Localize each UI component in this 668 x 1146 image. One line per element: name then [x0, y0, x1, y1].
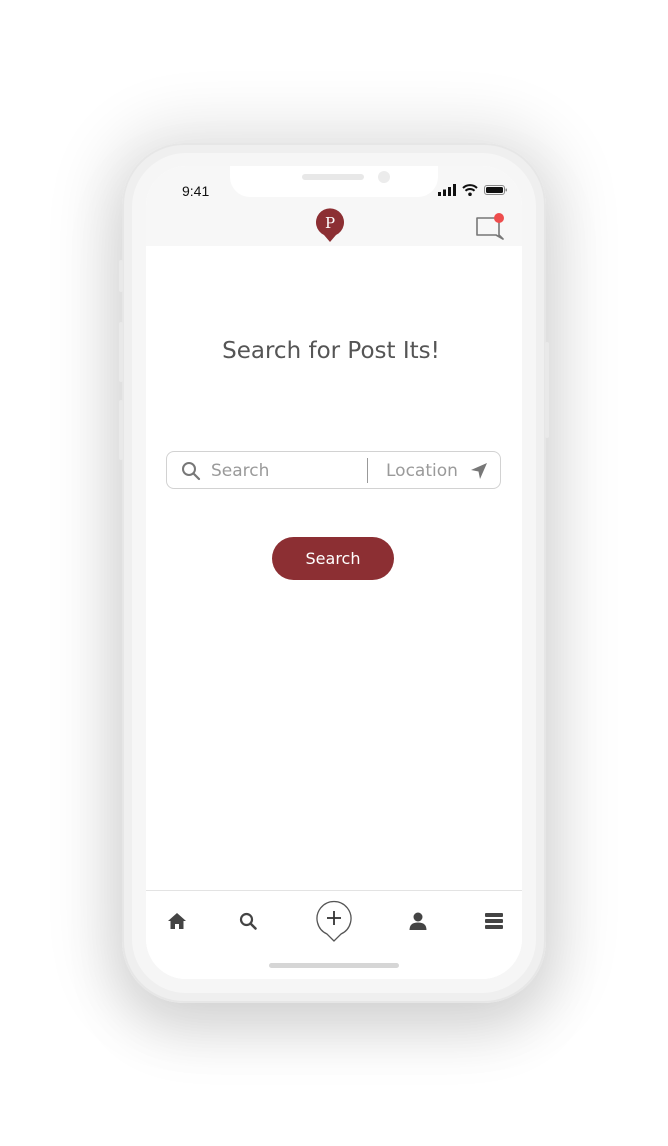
nav-search[interactable] [236, 909, 260, 933]
wifi-icon [462, 183, 478, 201]
power-button [545, 342, 549, 438]
nav-profile[interactable] [406, 909, 430, 933]
status-time: 9:41 [182, 183, 210, 199]
volume-down-button [119, 400, 123, 460]
search-input[interactable] [211, 458, 361, 484]
search-bar [166, 451, 501, 489]
search-icon [239, 912, 257, 930]
speaker-grille [302, 174, 364, 180]
mute-switch [119, 260, 123, 292]
battery-icon [484, 183, 508, 201]
front-camera [378, 171, 390, 183]
add-post-icon [316, 900, 352, 942]
nav-menu[interactable] [482, 909, 506, 933]
volume-up-button [119, 322, 123, 382]
notification-dot [494, 213, 504, 223]
location-input[interactable] [386, 458, 466, 484]
profile-icon [409, 912, 427, 930]
app-screen: 9:41 P Search for Post Its! Search Locat… [146, 166, 522, 979]
notch [230, 166, 438, 197]
nav-add-post[interactable] [314, 899, 354, 943]
status-icons [438, 183, 508, 201]
app-header: 9:41 P [146, 166, 522, 246]
search-icon [181, 461, 201, 481]
menu-icon [485, 913, 503, 929]
logo-letter: P [325, 214, 335, 232]
search-button[interactable]: Search [272, 537, 394, 580]
search-divider [367, 458, 368, 483]
home-icon [168, 913, 186, 929]
bottom-nav [146, 890, 522, 979]
app-logo-pin[interactable]: P [315, 207, 345, 243]
signal-icon [438, 183, 456, 201]
home-indicator[interactable] [269, 963, 399, 968]
nav-home[interactable] [165, 909, 189, 933]
page-title: Search for Post Its! [222, 338, 440, 364]
location-arrow-icon[interactable] [470, 462, 488, 480]
